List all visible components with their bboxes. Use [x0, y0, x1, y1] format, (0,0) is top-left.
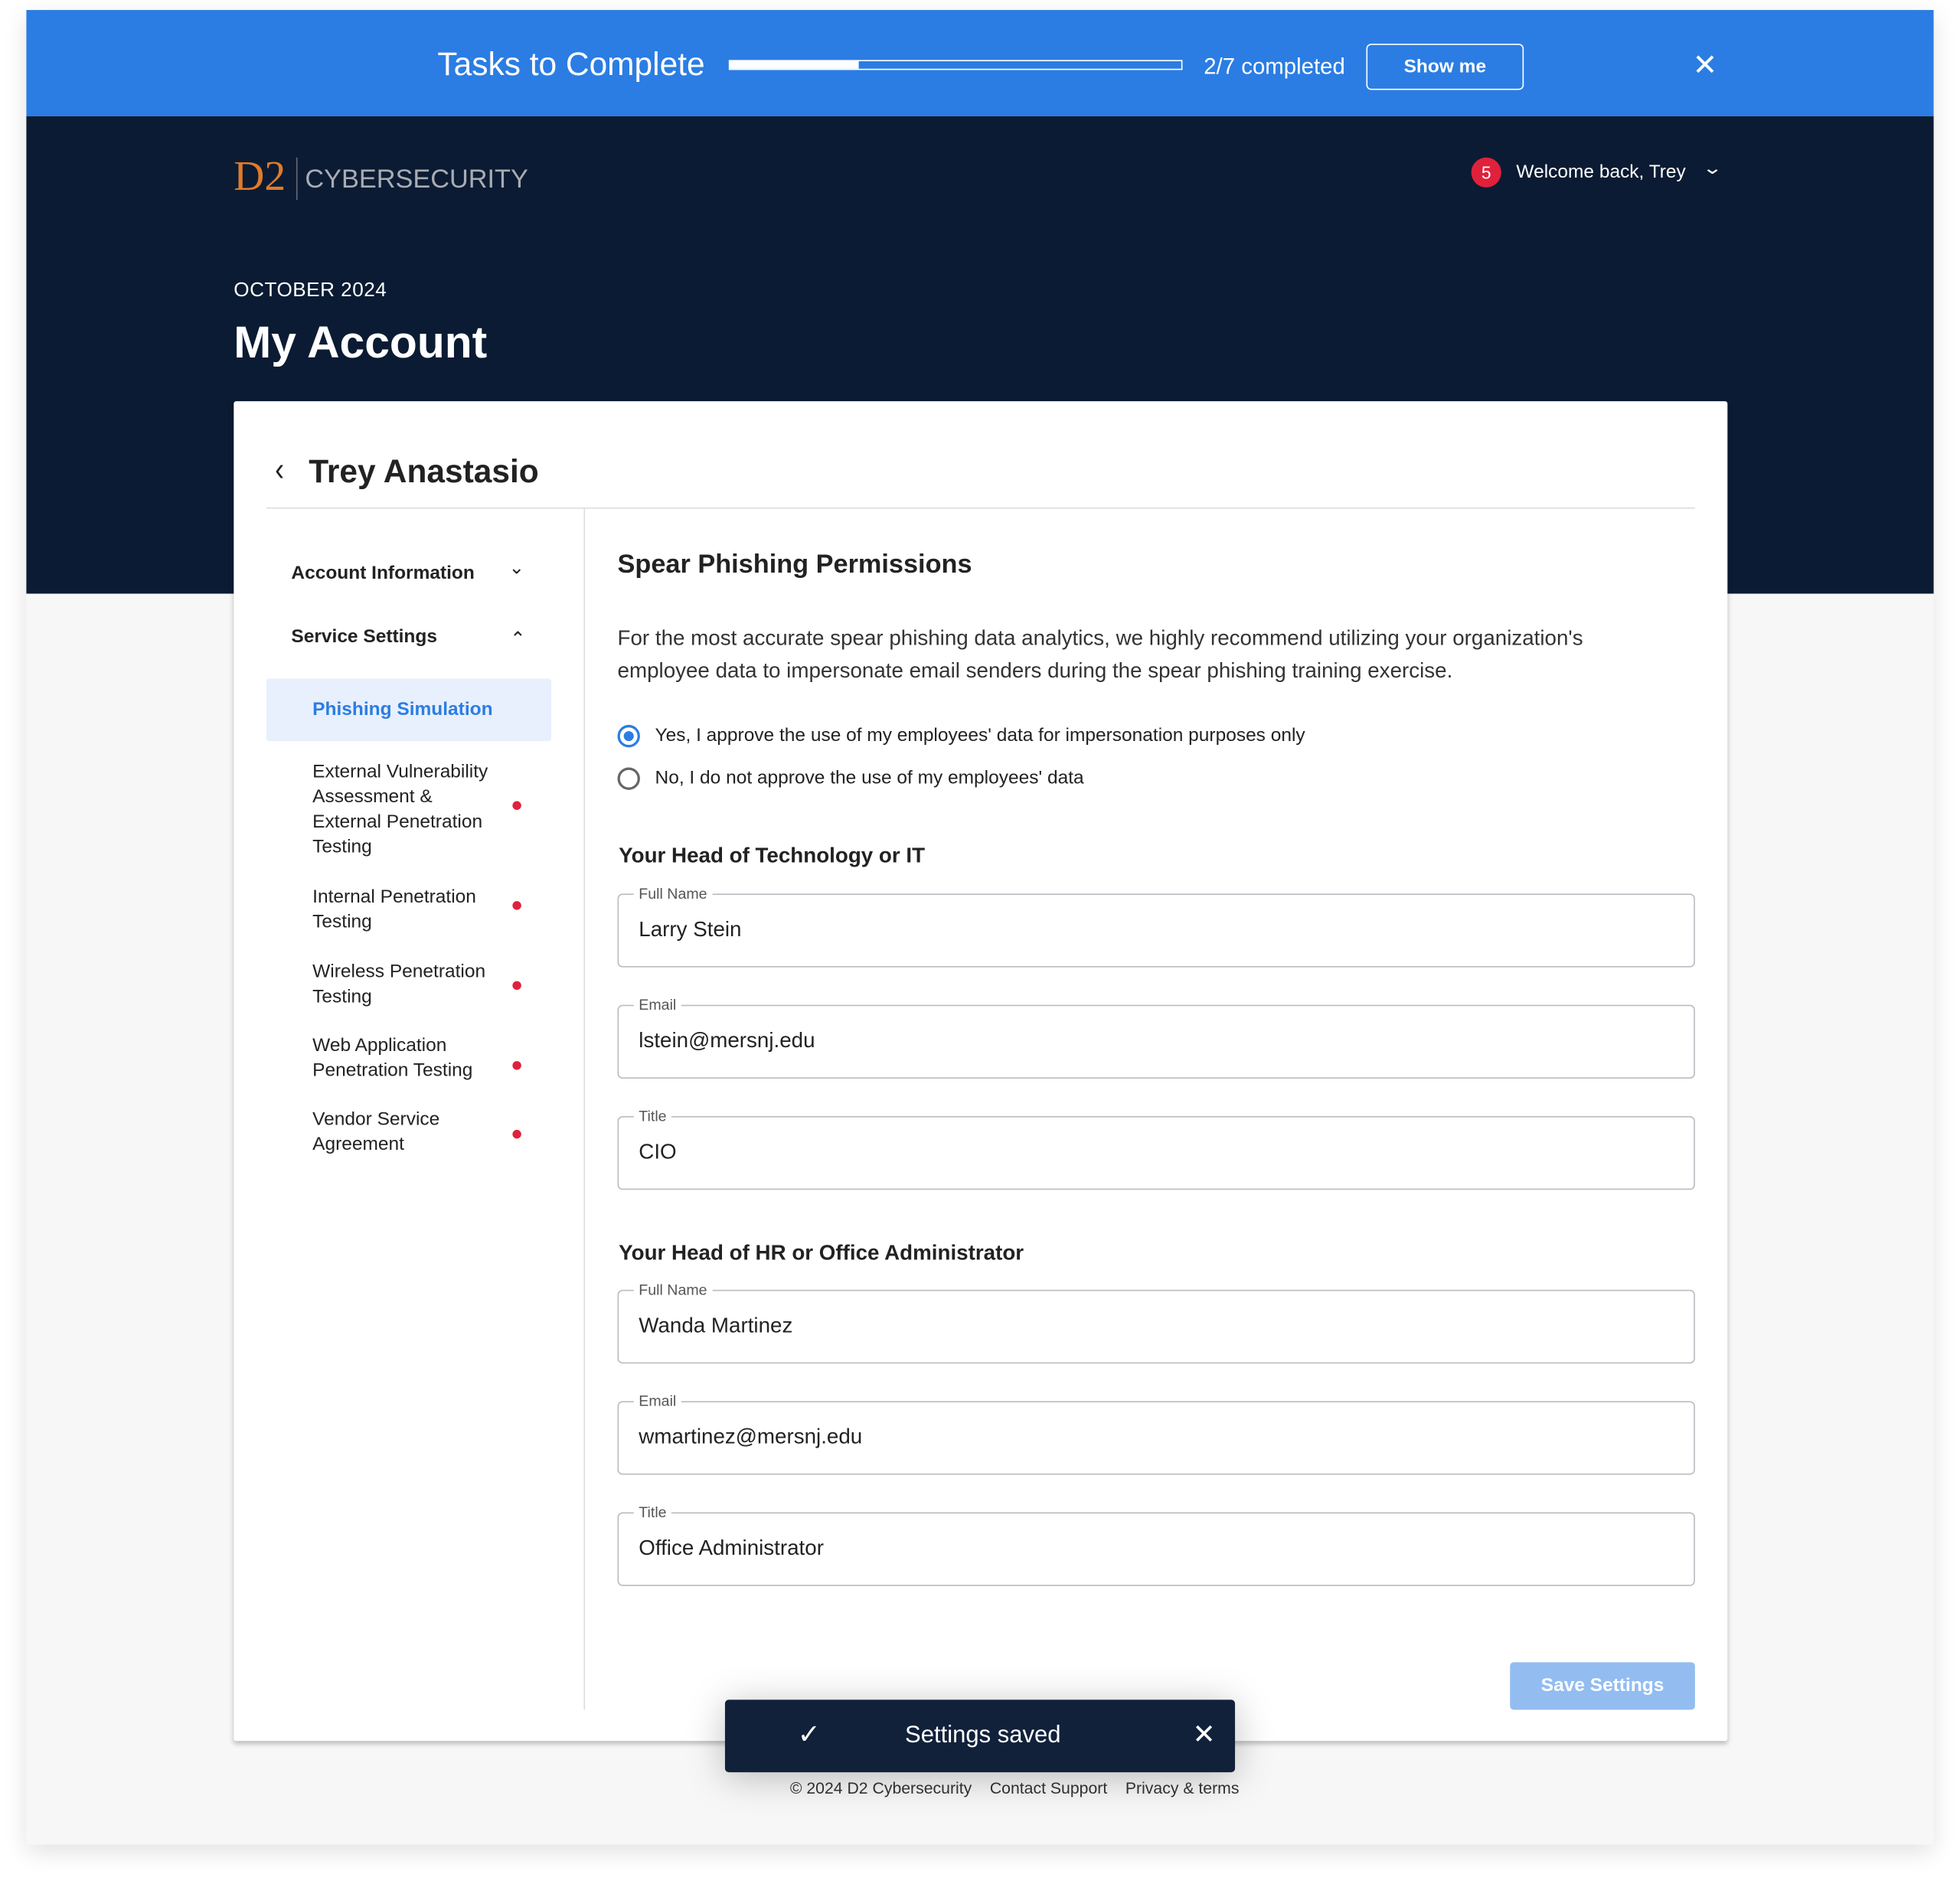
toast-message: Settings saved: [905, 1722, 1061, 1749]
field-value: lstein@mersnj.edu: [639, 1028, 815, 1053]
section-title: Spear Phishing Permissions: [617, 550, 972, 579]
tech-full-name-field[interactable]: Full Name Larry Stein: [617, 884, 1695, 968]
field-value: wmartinez@mersnj.edu: [639, 1425, 863, 1449]
tech-heading: Your Head of Technology or IT: [619, 844, 926, 868]
tasks-progress-bar: [728, 60, 1183, 70]
alert-dot: [512, 801, 521, 810]
account-card: ‹ Trey Anastasio Account Information ⌄ S…: [234, 401, 1728, 1742]
logo-text: CYBERSECURITY: [305, 165, 528, 194]
save-settings-button[interactable]: Save Settings: [1510, 1662, 1695, 1710]
field-label: Full Name: [633, 884, 713, 903]
field-value: CIO: [639, 1139, 677, 1164]
hr-title-field[interactable]: Title Office Administrator: [617, 1503, 1695, 1586]
divider: [583, 508, 586, 1710]
field-value: Office Administrator: [639, 1536, 824, 1560]
radio-decline-label[interactable]: No, I do not approve the use of my emplo…: [655, 767, 1084, 788]
show-me-button[interactable]: Show me: [1366, 44, 1524, 90]
page-title: My Account: [234, 316, 488, 367]
logo-mark: D2: [234, 153, 286, 201]
alert-dot: [512, 901, 521, 910]
hr-heading: Your Head of HR or Office Administrator: [619, 1241, 1024, 1265]
sidebar-item-webapp-pt[interactable]: Web Application Penetration Testing: [312, 1033, 500, 1083]
tech-email-field[interactable]: Email lstein@mersnj.edu: [617, 996, 1695, 1079]
radio-decline[interactable]: [617, 767, 640, 790]
sidebar-item-internal-pt[interactable]: Internal Penetration Testing: [312, 885, 500, 935]
tech-title-field[interactable]: Title CIO: [617, 1107, 1695, 1190]
close-icon[interactable]: ✕: [1693, 47, 1718, 83]
tasks-progress-fill: [730, 60, 859, 69]
chevron-up-icon[interactable]: ⌃: [510, 628, 526, 653]
page-date: OCTOBER 2024: [234, 279, 387, 302]
field-label: Title: [633, 1503, 672, 1521]
logo-divider: [296, 157, 298, 201]
copyright: © 2024 D2 Cybersecurity: [789, 1778, 972, 1797]
field-label: Email: [633, 996, 681, 1014]
privacy-link[interactable]: Privacy & terms: [1125, 1778, 1240, 1797]
hr-email-field[interactable]: Email wmartinez@mersnj.edu: [617, 1392, 1695, 1475]
radio-approve[interactable]: [617, 724, 640, 748]
tasks-banner: Tasks to Complete 2/7 completed Show me …: [26, 10, 1934, 116]
welcome-menu[interactable]: Welcome back, Trey: [1516, 162, 1685, 183]
field-label: Title: [633, 1107, 672, 1125]
field-value: Larry Stein: [639, 917, 742, 942]
sidebar-item-label: Phishing Simulation: [312, 698, 493, 720]
notification-badge[interactable]: 5: [1471, 157, 1501, 188]
field-value: Wanda Martinez: [639, 1313, 793, 1337]
toast-close-icon[interactable]: ✕: [1193, 1719, 1216, 1751]
sidebar-item-phishing-simulation[interactable]: Phishing Simulation: [266, 678, 551, 742]
chevron-down-icon[interactable]: ⌄: [508, 557, 524, 582]
tasks-title: Tasks to Complete: [437, 44, 705, 83]
alert-dot: [512, 1061, 521, 1070]
sidebar-service-settings[interactable]: Service Settings: [291, 625, 437, 650]
contact-support-link[interactable]: Contact Support: [990, 1778, 1107, 1797]
sidebar-item-external-va[interactable]: External Vulnerability Assessment & Exte…: [312, 760, 500, 860]
field-label: Email: [633, 1392, 681, 1410]
radio-approve-label[interactable]: Yes, I approve the use of my employees' …: [655, 725, 1305, 746]
toast: ✓ Settings saved ✕: [724, 1699, 1236, 1773]
sidebar-account-information[interactable]: Account Information: [291, 561, 474, 586]
footer: © 2024 D2 Cybersecurity Contact Support …: [790, 1778, 1240, 1797]
divider: [266, 507, 1695, 509]
check-icon: ✓: [797, 1718, 821, 1750]
back-chevron-icon[interactable]: ‹: [275, 450, 284, 489]
tasks-progress-text: 2/7 completed: [1204, 54, 1345, 79]
alert-dot: [512, 1129, 521, 1139]
hr-full-name-field[interactable]: Full Name Wanda Martinez: [617, 1281, 1695, 1364]
field-label: Full Name: [633, 1281, 713, 1299]
sidebar-item-vendor-agreement[interactable]: Vendor Service Agreement: [312, 1108, 500, 1157]
section-description: For the most accurate spear phishing dat…: [617, 625, 1583, 683]
sidebar-item-wireless-pt[interactable]: Wireless Penetration Testing: [312, 960, 500, 1010]
chevron-down-icon[interactable]: ⌄: [1702, 158, 1723, 179]
alert-dot: [512, 981, 521, 991]
user-name: Trey Anastasio: [309, 452, 539, 490]
